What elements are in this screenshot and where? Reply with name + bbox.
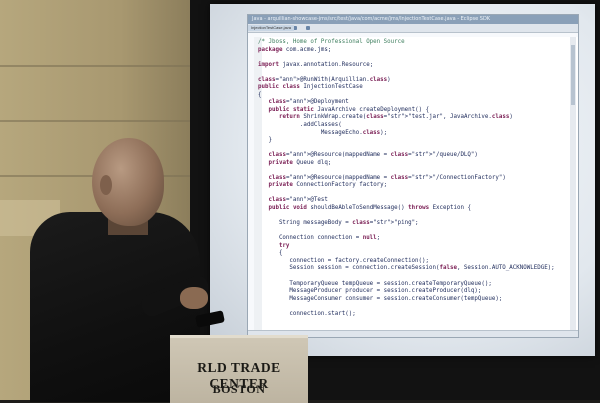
code-line: import javax.annotation.Resource; (258, 61, 374, 68)
code-line: connection = factory.createConnection(); (258, 257, 430, 264)
code-line: connection.start(); (258, 310, 356, 317)
code-line: } (258, 137, 272, 144)
code-line: public void shouldBeAbleToSendMessage() … (268, 205, 471, 212)
code-line: public class InjectionTestCase (258, 84, 363, 91)
code-line: MessageConsumer consumer = session.creat… (258, 295, 503, 302)
code-line: /* Jboss, Home of Professional Open Sour… (258, 39, 405, 45)
wall-panel-line (0, 65, 190, 67)
code-line: try (278, 242, 290, 249)
editor-scrollbar (570, 37, 576, 333)
eclipse-ide-window: Java - arquillian-showcase-jms/src/test/… (247, 14, 579, 338)
code-line: class="ann">@Resource(mappedName = class… (268, 152, 478, 159)
code-line: class="ann">@Test (268, 197, 328, 204)
wall-panel-line (0, 120, 190, 122)
code-line: public static JavaArchive createDeployme… (268, 106, 430, 113)
code-line: class="ann">@Resource(mappedName = class… (268, 174, 506, 181)
code-line: Connection connection = null; (258, 235, 381, 242)
code-line: MessageEcho.class); (258, 129, 388, 136)
ide-toolbar (248, 24, 578, 33)
presenter-ear (100, 175, 112, 195)
podium: RLD TRADE CENTER BOSTON (170, 335, 308, 403)
source-code: /* Jboss, Home of Professional Open Sour… (258, 39, 555, 326)
code-line: .addClasses( (258, 122, 342, 129)
code-line: { (258, 91, 262, 98)
scrollbar-thumb (571, 45, 575, 105)
podium-sign-line2: BOSTON (212, 382, 266, 396)
ide-title-bar: Java - arquillian-showcase-jms/src/test/… (248, 15, 578, 24)
code-line: MessageProducer producer = session.creat… (258, 288, 482, 295)
code-line: package com.acme.jms; (258, 46, 332, 53)
code-line: private ConnectionFactory factory; (268, 182, 388, 189)
toolbar-icon (306, 26, 310, 30)
code-line: { (258, 250, 283, 257)
code-line: Session session = connection.createSessi… (258, 265, 555, 272)
code-line: TemporaryQueue tempQueue = session.creat… (258, 280, 492, 287)
code-line: return ShrinkWrap.create(class="str">"te… (278, 114, 513, 121)
presenter-hand (180, 287, 208, 309)
editor-tab: InjectionTestCase.java (248, 25, 295, 31)
code-line: String messageBody = class="str">"ping"; (258, 220, 419, 227)
code-line: class="ann">@RunWith(Arquillian.class) (258, 76, 391, 83)
code-line: private Queue dlq; (268, 159, 332, 166)
code-line: class="ann">@Deployment (268, 99, 349, 106)
